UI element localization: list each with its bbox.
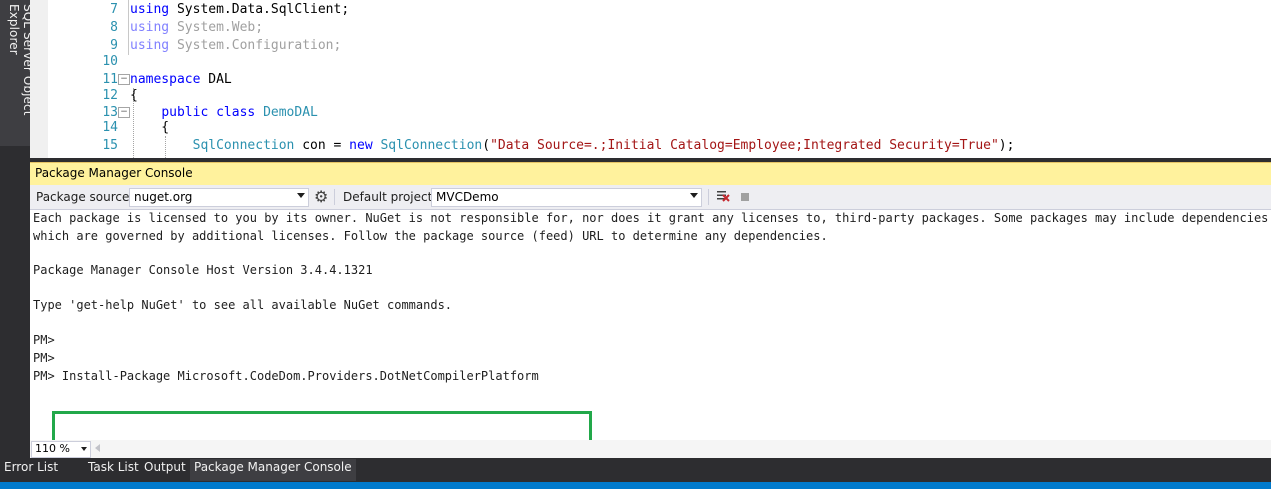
line-number: 8	[110, 20, 118, 35]
code-text: {	[130, 119, 169, 136]
code-token: class	[216, 105, 256, 120]
default-project-label: Default project:	[343, 190, 437, 204]
console-output[interactable]: Each package is licensed to you by its o…	[30, 210, 1271, 440]
code-token: namespace	[130, 72, 201, 87]
package-manager-console-panel: Package Manager Console Package source: …	[30, 162, 1271, 458]
default-project-dropdown[interactable]: MVCDemo	[431, 188, 702, 207]
code-text: using System.Data.SqlClient;	[130, 1, 349, 18]
code-text: SqlConnection con = new SqlConnection("D…	[130, 137, 1015, 154]
code-token: {	[130, 120, 170, 135]
code-token: DemoDAL	[263, 105, 318, 120]
code-token: new	[349, 138, 373, 153]
console-line: Type 'get-help NuGet' to see all availab…	[33, 298, 453, 312]
code-token: SqlConnection	[192, 138, 295, 153]
tab-error-list[interactable]: Error List	[0, 459, 62, 481]
pmc-title-bar[interactable]: Package Manager Console	[30, 162, 1271, 185]
line-number: 15	[102, 138, 118, 153]
code-token: using	[130, 2, 170, 17]
console-line: PM> Install-Package Microsoft.CodeDom.Pr…	[33, 369, 539, 383]
code-editor[interactable]: 7 using System.Data.SqlClient; 8 using Syst…	[30, 0, 1271, 158]
code-text: using System.Configuration;	[130, 37, 341, 54]
gear-icon[interactable]: ⚙	[314, 187, 328, 206]
tab-package-manager-console[interactable]: Package Manager Console	[190, 459, 356, 481]
code-token: System.Configuration;	[169, 38, 342, 53]
chevron-down-icon	[297, 193, 305, 198]
status-bar	[0, 482, 1271, 489]
code-token: System.Web;	[169, 20, 264, 35]
left-tool-strip: SQL Server Object Explorer	[0, 0, 35, 489]
pmc-title: Package Manager Console	[35, 166, 193, 180]
zoom-value: 110 %	[35, 442, 70, 455]
code-token: public	[161, 105, 209, 120]
code-token: SqlConnection	[380, 138, 483, 153]
line-number: 14	[102, 120, 118, 135]
toolbar-separator	[334, 189, 335, 205]
code-token: "Data Source=.;Initial Catalog=Employee;…	[490, 138, 999, 153]
zoom-bar: 110 %	[30, 440, 1271, 458]
console-line: PM>	[33, 333, 55, 347]
code-token: using	[130, 38, 170, 53]
bottom-tab-bar: Error List Task List Output Package Mana…	[0, 458, 1271, 482]
line-number: 12	[102, 88, 118, 103]
tab-output[interactable]: Output	[140, 459, 190, 481]
package-source-label: Package source:	[36, 190, 134, 204]
package-source-dropdown[interactable]: nuget.org	[129, 188, 309, 207]
package-source-value: nuget.org	[134, 190, 193, 204]
console-line: which are governed by additional license…	[33, 229, 828, 243]
stop-icon[interactable]	[741, 193, 749, 201]
zoom-dropdown[interactable]: 110 %	[31, 441, 91, 458]
code-token: using	[130, 20, 170, 35]
code-token: con =	[294, 138, 350, 153]
code-token: {	[130, 88, 138, 103]
pmc-toolbar: Package source: nuget.org ⚙ Default proj…	[30, 185, 1271, 210]
console-line: PM>	[33, 351, 55, 365]
tab-task-list[interactable]: Task List	[84, 459, 143, 481]
line-number: 11	[102, 72, 118, 87]
console-line: Package Manager Console Host Version 3.4…	[33, 263, 373, 277]
collapse-icon[interactable]: −	[118, 74, 130, 85]
code-text: namespace DAL	[130, 71, 232, 88]
sql-server-object-explorer-tab[interactable]: SQL Server Object Explorer	[0, 0, 35, 146]
line-number: 10	[102, 54, 118, 69]
code-token: DAL	[200, 72, 232, 87]
code-text: {	[130, 87, 138, 104]
glyph-margin	[30, 0, 48, 158]
clear-console-icon[interactable]	[716, 189, 730, 203]
code-token: System.Data.SqlClient;	[169, 2, 350, 17]
line-number: 9	[110, 38, 118, 53]
code-token: );	[998, 138, 1015, 153]
code-token: (	[482, 138, 491, 153]
chevron-down-icon	[690, 193, 698, 198]
line-number: 7	[110, 2, 118, 17]
scroll-left-arrow-icon[interactable]	[95, 444, 100, 452]
highlight-box	[52, 411, 592, 440]
console-line: Each package is licensed to you by its o…	[33, 211, 1269, 225]
chevron-down-icon	[81, 447, 87, 451]
toolbar-separator	[708, 189, 709, 205]
collapse-icon[interactable]: −	[118, 107, 130, 118]
code-text: using System.Web;	[130, 19, 263, 36]
change-indicator	[128, 0, 129, 55]
default-project-value: MVCDemo	[436, 190, 499, 204]
